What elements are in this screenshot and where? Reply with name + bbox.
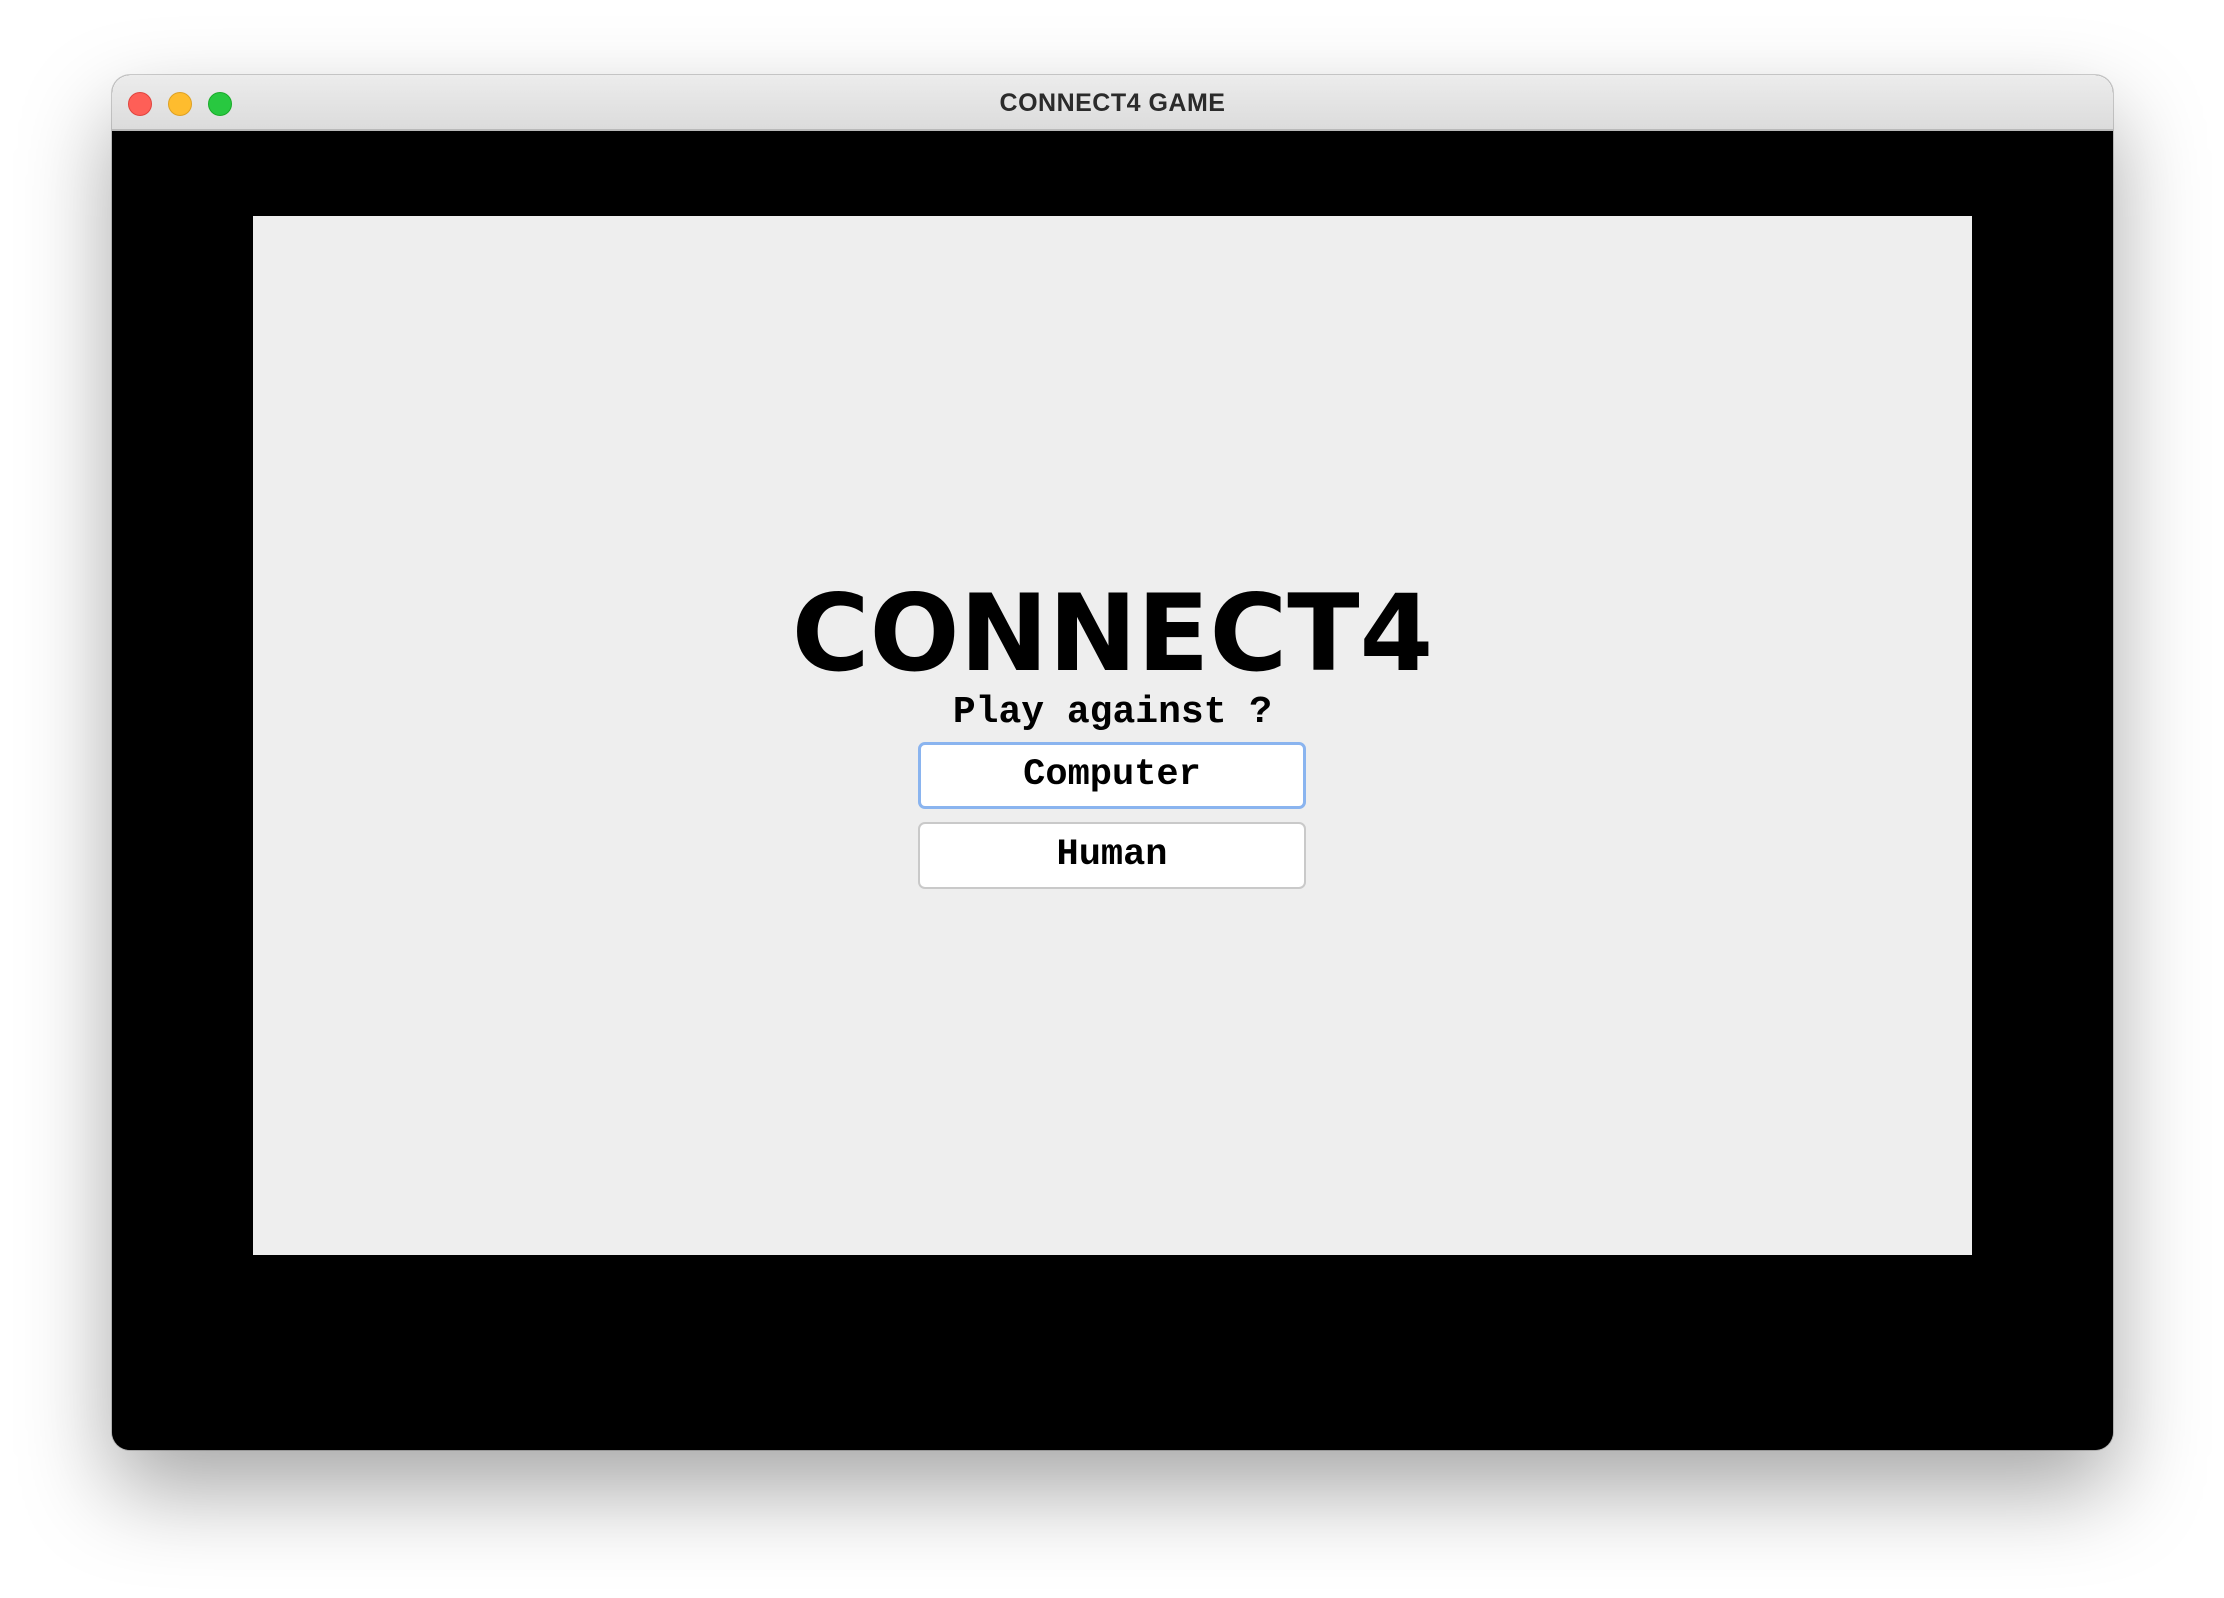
game-canvas: CONNECT4 Play against ? Computer Human (112, 131, 2113, 1450)
play-computer-button[interactable]: Computer (918, 742, 1306, 809)
app-window: CONNECT4 GAME CONNECT4 Play against ? Co… (112, 75, 2113, 1450)
title-bar[interactable]: CONNECT4 GAME (112, 75, 2113, 131)
game-title: CONNECT4 (791, 572, 1434, 695)
window-title: CONNECT4 GAME (999, 89, 1226, 117)
start-menu-panel: CONNECT4 Play against ? Computer Human (253, 216, 1972, 1255)
opponent-prompt: Play against ? (952, 691, 1273, 734)
play-human-button[interactable]: Human (918, 822, 1306, 889)
